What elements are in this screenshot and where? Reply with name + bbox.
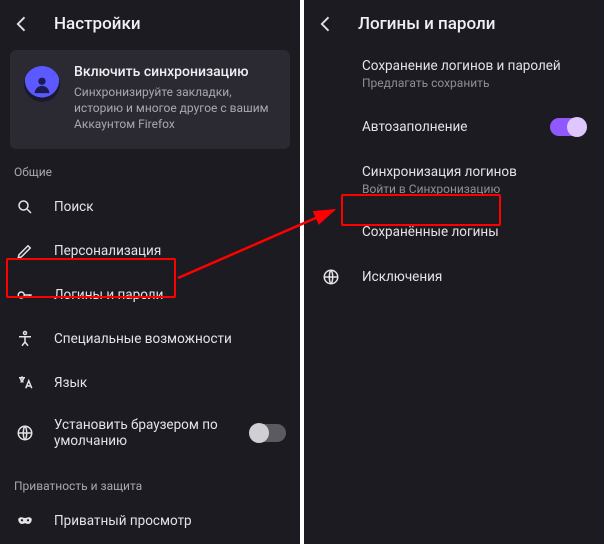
autofill-toggle[interactable]	[550, 118, 586, 136]
row-saved-logins-label: Сохранённые логины	[362, 224, 586, 240]
row-search[interactable]: Поиск	[0, 185, 300, 229]
row-accessibility-label: Специальные возможности	[54, 331, 286, 347]
brush-icon	[14, 242, 36, 260]
back-icon[interactable]	[12, 14, 32, 34]
language-icon	[14, 374, 36, 392]
globe-icon	[318, 268, 344, 286]
page-title-left: Настройки	[54, 14, 141, 34]
general-list: Поиск Персонализация Логины и пароли Спе…	[0, 185, 300, 461]
sync-promo-subtitle: Синхронизируйте закладки, историю и мног…	[74, 84, 276, 133]
avatar-icon	[24, 66, 60, 102]
row-sync-logins-label: Синхронизация логинов	[362, 164, 586, 180]
row-saved-logins[interactable]: Сохранённые логины	[304, 210, 604, 254]
header-right: Логины и пароли	[304, 0, 604, 44]
accessibility-icon	[14, 330, 36, 348]
row-autofill[interactable]: Автозаполнение	[304, 104, 604, 150]
row-default-browser[interactable]: Установить браузером по умолчанию	[0, 405, 300, 461]
row-autofill-label: Автозаполнение	[362, 119, 532, 135]
mask-icon	[14, 512, 36, 530]
sync-promo-text: Включить синхронизацию Синхронизируйте з…	[74, 64, 276, 133]
sync-promo-card[interactable]: Включить синхронизацию Синхронизируйте з…	[10, 50, 290, 149]
logins-list: Сохранение логинов и паролей Предлагать …	[304, 44, 604, 300]
row-sync-logins-sub: Войти в Синхронизацию	[362, 182, 586, 196]
row-personalize[interactable]: Персонализация	[0, 229, 300, 273]
header-left: Настройки	[0, 0, 300, 44]
page-title-right: Логины и пароли	[358, 14, 495, 34]
section-privacy: Приватность и защита	[0, 469, 300, 499]
row-exceptions-label: Исключения	[362, 269, 586, 285]
default-browser-toggle[interactable]	[250, 424, 286, 442]
row-language[interactable]: Язык	[0, 361, 300, 405]
search-icon	[14, 198, 36, 216]
row-save-logins-sub: Предлагать сохранить	[362, 76, 586, 90]
section-general: Общие	[0, 155, 300, 185]
row-language-label: Язык	[54, 375, 286, 391]
globe-icon	[14, 424, 36, 442]
sync-promo-title: Включить синхронизацию	[74, 64, 276, 80]
row-search-label: Поиск	[54, 199, 286, 215]
row-personalize-label: Персонализация	[54, 243, 286, 259]
settings-panel: Настройки Включить синхронизацию Синхрон…	[0, 0, 300, 544]
row-logins-label: Логины и пароли	[54, 287, 286, 303]
row-private[interactable]: Приватный просмотр	[0, 499, 300, 543]
privacy-list: Приватный просмотр Улучшенная защита от …	[0, 499, 300, 544]
back-icon[interactable]	[316, 14, 336, 34]
row-logins[interactable]: Логины и пароли	[0, 273, 300, 317]
row-private-label: Приватный просмотр	[54, 513, 286, 529]
row-sync-logins[interactable]: Синхронизация логинов Войти в Синхрониза…	[304, 150, 604, 210]
row-exceptions[interactable]: Исключения	[304, 254, 604, 300]
row-accessibility[interactable]: Специальные возможности	[0, 317, 300, 361]
row-save-logins-label: Сохранение логинов и паролей	[362, 58, 586, 74]
logins-panel: Логины и пароли Сохранение логинов и пар…	[304, 0, 604, 544]
key-icon	[14, 286, 36, 304]
row-default-browser-label: Установить браузером по умолчанию	[54, 417, 232, 449]
row-save-logins[interactable]: Сохранение логинов и паролей Предлагать …	[304, 44, 604, 104]
